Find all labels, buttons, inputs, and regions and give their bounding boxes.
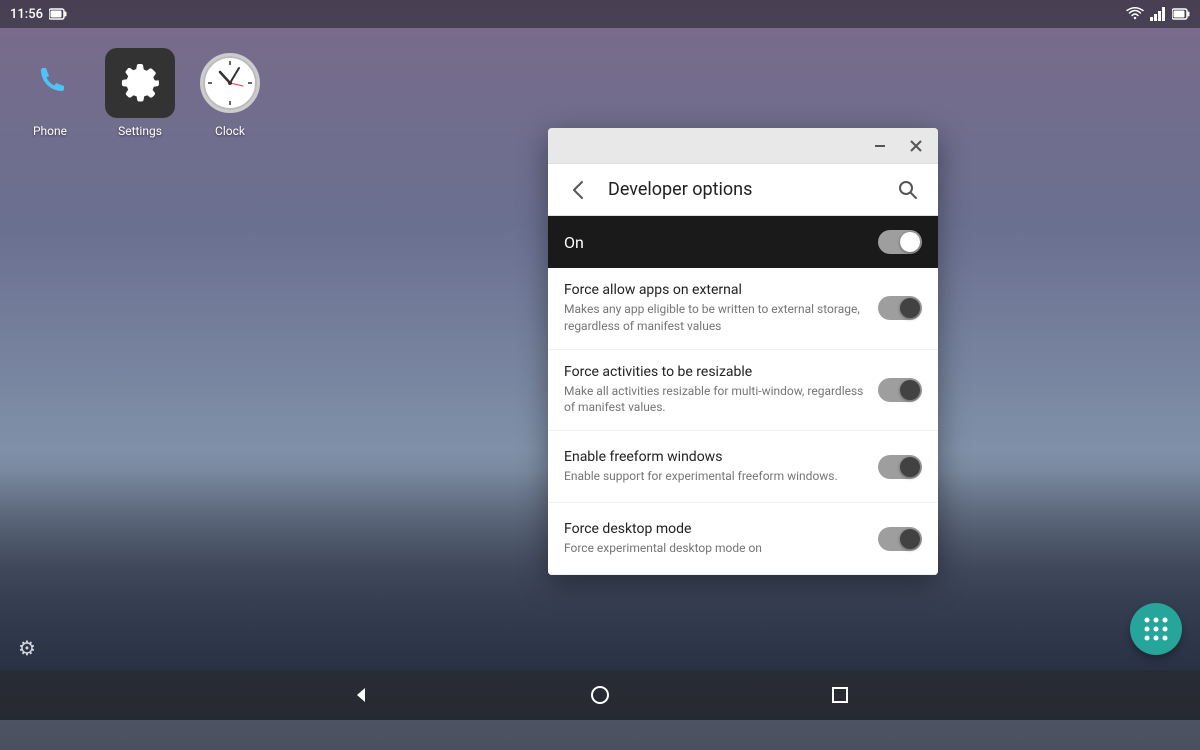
setting-text-force-resizable: Force activities to be resizable Make al… (564, 364, 866, 417)
settings-app-label: Settings (118, 124, 162, 138)
window-header: Developer options (548, 164, 938, 216)
status-time: 11:56 (10, 7, 43, 22)
toggle-thumb-main (900, 232, 920, 252)
system-settings-icon: ⚙ (18, 636, 36, 660)
nav-home-icon (591, 686, 609, 704)
on-toggle-row: On (548, 216, 938, 268)
settings-icon-bg (105, 48, 175, 118)
navigation-bar (0, 670, 1200, 720)
toggle-desktop-mode[interactable] (878, 527, 922, 551)
nav-recent-icon (832, 687, 848, 703)
setting-item-force-external[interactable]: Force allow apps on external Makes any a… (548, 268, 938, 350)
phone-icon-bg (15, 48, 85, 118)
phone-app-icon[interactable]: Phone (10, 48, 90, 138)
setting-title-force-resizable: Force activities to be resizable (564, 364, 866, 380)
window-minimize-btn[interactable] (866, 132, 894, 160)
on-label: On (564, 233, 584, 252)
nav-back-icon (351, 686, 369, 704)
desktop: Phone Settings (0, 28, 1200, 720)
search-button[interactable] (890, 172, 926, 208)
phone-svg-icon (23, 56, 78, 111)
setting-desc-desktop-mode: Force experimental desktop mode on (564, 540, 866, 557)
status-bar-right (1126, 7, 1190, 21)
clock-app-label: Clock (215, 124, 245, 138)
setting-item-desktop-mode[interactable]: Force desktop mode Force experimental de… (548, 503, 938, 575)
toggle-freeform-windows[interactable] (878, 455, 922, 479)
toggle-thumb-2 (900, 457, 920, 477)
toggle-force-resizable[interactable] (878, 378, 922, 402)
nav-back-button[interactable] (340, 675, 380, 715)
app-icons-area: Phone Settings (10, 48, 270, 138)
setting-title-desktop-mode: Force desktop mode (564, 521, 866, 537)
clock-app-icon[interactable]: Clock (190, 48, 270, 138)
setting-item-force-resizable[interactable]: Force activities to be resizable Make al… (548, 350, 938, 432)
back-button[interactable] (560, 172, 596, 208)
settings-app-icon[interactable]: Settings (100, 48, 180, 138)
window-close-btn[interactable] (902, 132, 930, 160)
setting-text-freeform-windows: Enable freeform windows Enable support f… (564, 449, 866, 485)
clock-face (200, 53, 260, 113)
setting-title-force-external: Force allow apps on external (564, 282, 866, 298)
status-bar: 11:56 (0, 0, 1200, 28)
back-arrow-icon (567, 179, 589, 201)
system-settings-area[interactable]: ⚙ (18, 636, 36, 660)
battery-icon (49, 8, 67, 20)
settings-list: Force allow apps on external Makes any a… (548, 268, 938, 575)
setting-text-desktop-mode: Force desktop mode Force experimental de… (564, 521, 866, 557)
nav-recent-button[interactable] (820, 675, 860, 715)
app-drawer-fab[interactable] (1130, 603, 1182, 655)
nav-home-button[interactable] (580, 675, 620, 715)
developer-options-master-toggle[interactable] (878, 230, 922, 254)
minimize-icon (873, 139, 887, 153)
status-bar-left: 11:56 (10, 7, 67, 22)
search-icon (898, 180, 918, 200)
window-title-bar (548, 128, 938, 164)
phone-app-label: Phone (33, 124, 67, 138)
settings-gear-icon (119, 62, 161, 104)
clock-hands-icon (203, 56, 257, 110)
wifi-icon (1126, 7, 1144, 21)
setting-desc-force-external: Makes any app eligible to be written to … (564, 301, 866, 335)
toggle-force-external[interactable] (878, 296, 922, 320)
signal-icon (1150, 7, 1166, 21)
toggle-thumb-3 (900, 529, 920, 549)
toggle-thumb-0 (900, 298, 920, 318)
setting-title-freeform-windows: Enable freeform windows (564, 449, 866, 465)
setting-item-freeform-windows[interactable]: Enable freeform windows Enable support f… (548, 431, 938, 503)
app-drawer-icon (1142, 615, 1170, 643)
battery-right-icon (1172, 8, 1190, 20)
close-icon (909, 139, 923, 153)
toggle-thumb-1 (900, 380, 920, 400)
window-title: Developer options (608, 179, 878, 200)
setting-desc-freeform-windows: Enable support for experimental freeform… (564, 468, 866, 485)
setting-desc-force-resizable: Make all activities resizable for multi-… (564, 383, 866, 417)
setting-text-force-external: Force allow apps on external Makes any a… (564, 282, 866, 335)
clock-icon-bg (195, 48, 265, 118)
developer-options-window: Developer options On Force allow apps on… (548, 128, 938, 575)
